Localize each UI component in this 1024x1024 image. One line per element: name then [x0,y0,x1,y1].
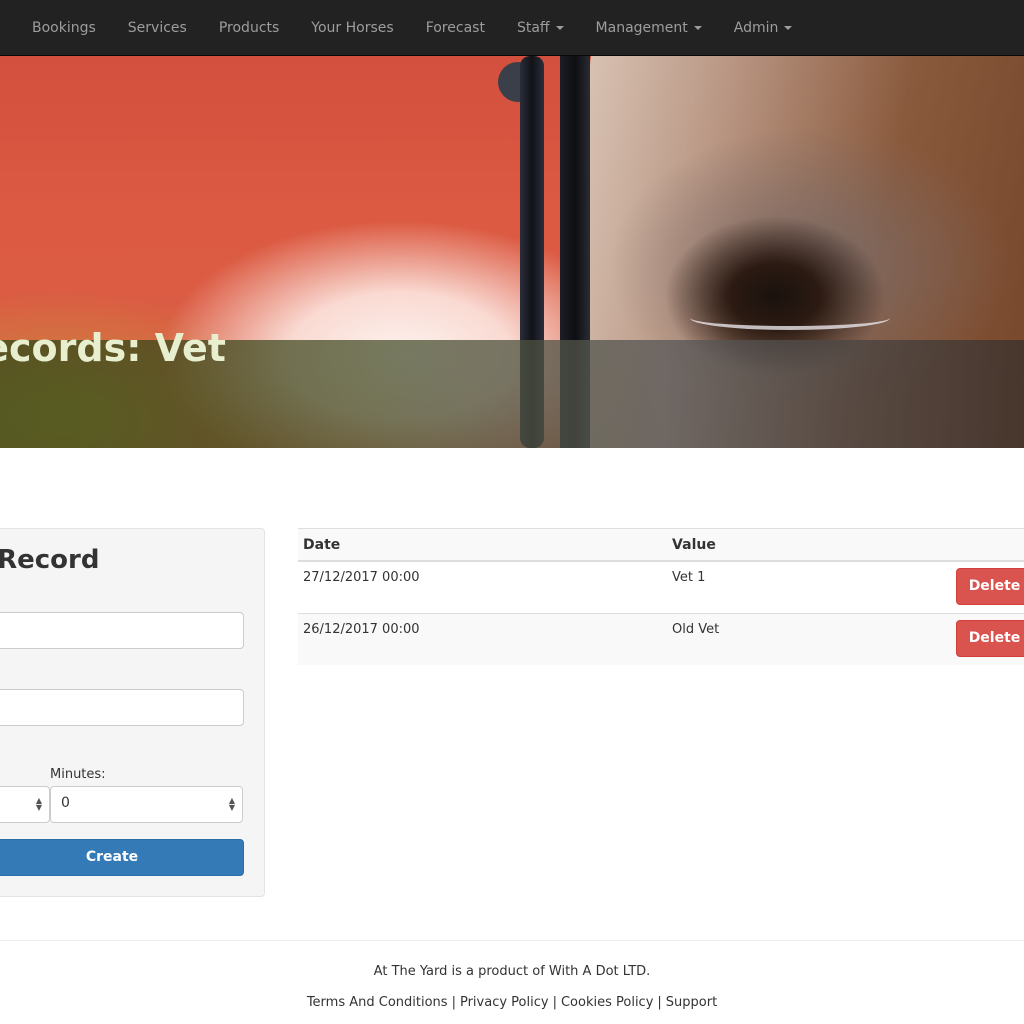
table-header-row: Date Value [298,528,1024,562]
delete-button[interactable]: Delete [956,619,1024,657]
horse-eye-highlight [690,306,890,330]
nav-item-your-horses[interactable]: Your Horses [295,0,409,56]
nav-item-label: Staff [516,20,550,36]
caret-down-icon [784,26,793,30]
nav-item-label: Forecast [425,20,485,36]
record-value-cell: Vet 1 [667,560,833,613]
records-table: Date Value 27/12/2017 00:00 Vet 1 Delete… [298,528,1024,665]
footer-links: Terms And Conditions | Privacy Policy | Cook… [0,995,1024,1010]
record-value-input[interactable] [0,689,244,726]
nav-item-label: Services [127,20,187,36]
select-updown-icon: ▲ ▼ [228,796,236,812]
hours-select[interactable]: ▲ ▼ [0,786,50,823]
footer-divider [0,940,1024,941]
footer-separator: | [552,995,557,1010]
column-header-value[interactable]: Value [667,528,833,562]
nav-item-services[interactable]: Services [112,0,203,56]
minutes-label: Minutes: [50,767,106,782]
nav-dropdown-staff[interactable]: Staff [501,0,580,56]
page-title: Records: Vet [0,326,226,370]
column-header-date[interactable]: Date [298,528,668,562]
nav-menu: Bookings Services Products Your Horses F… [16,0,808,56]
create-button[interactable]: Create [0,839,244,876]
hero-banner-image [0,56,1024,448]
record-date-cell: 27/12/2017 00:00 [298,560,668,613]
table-row: 26/12/2017 00:00 Old Vet Delete [298,612,1024,665]
select-updown-icon: ▲ ▼ [35,796,43,812]
caret-down-icon [555,26,564,30]
delete-button[interactable]: Delete [956,567,1024,605]
nav-item-label: Your Horses [311,20,394,36]
nav-item-label: Management [595,20,688,36]
support-link[interactable]: Support [666,995,717,1010]
nav-item-label: Bookings [32,20,96,36]
record-value-cell: Old Vet [667,612,833,665]
top-navbar: Bookings Services Products Your Horses F… [0,0,1024,56]
footer-separator: | [451,995,456,1010]
new-record-title: w Record [0,545,100,575]
footer-separator: | [657,995,662,1010]
nav-dropdown-admin[interactable]: Admin [718,0,809,56]
record-actions-cell: Delete [833,560,1024,613]
nav-item-forecast[interactable]: Forecast [410,0,501,56]
record-date-cell: 26/12/2017 00:00 [298,612,668,665]
record-date-input[interactable] [0,612,244,649]
table-row: 27/12/2017 00:00 Vet 1 Delete [298,560,1024,613]
nav-item-products[interactable]: Products [203,0,295,56]
minutes-select[interactable]: 0 ▲ ▼ [50,786,243,823]
nav-dropdown-management[interactable]: Management [580,0,718,56]
nav-item-label: Admin [733,20,779,36]
column-header-actions [833,528,1024,562]
cookies-policy-link[interactable]: Cookies Policy [561,995,653,1010]
privacy-policy-link[interactable]: Privacy Policy [460,995,549,1010]
terms-link[interactable]: Terms And Conditions [307,995,448,1010]
footer-tagline: At The Yard is a product of With A Dot L… [373,964,651,979]
record-actions-cell: Delete [833,612,1024,665]
nav-item-label: Products [218,20,280,36]
caret-down-icon [693,26,702,30]
minutes-select-value: 0 [61,795,70,811]
nav-item-bookings[interactable]: Bookings [16,0,112,56]
